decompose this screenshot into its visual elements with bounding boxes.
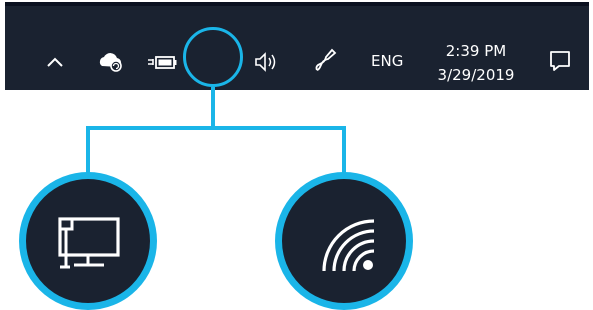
- onedrive-cloud-icon[interactable]: [95, 48, 127, 76]
- battery-plug-icon[interactable]: [145, 50, 179, 74]
- action-center-icon[interactable]: [545, 46, 575, 76]
- wired-connection-option[interactable]: [19, 172, 157, 310]
- windows-ink-pen-icon[interactable]: [310, 46, 344, 76]
- language-indicator[interactable]: ENG: [371, 52, 403, 70]
- network-highlight-ring: [183, 27, 243, 87]
- volume-icon[interactable]: [251, 48, 283, 76]
- chevron-up-icon[interactable]: [43, 50, 67, 74]
- clock[interactable]: 2:39 PM 3/29/2019: [425, 39, 527, 87]
- clock-time: 2:39 PM: [445, 42, 507, 60]
- wifi-icon: [312, 209, 382, 279]
- clock-date: 3/29/2019: [437, 66, 515, 84]
- wired-ethernet-icon: [52, 209, 124, 275]
- taskbar: ENG 2:39 PM 3/29/2019: [5, 2, 589, 90]
- wifi-connection-option[interactable]: [275, 172, 413, 310]
